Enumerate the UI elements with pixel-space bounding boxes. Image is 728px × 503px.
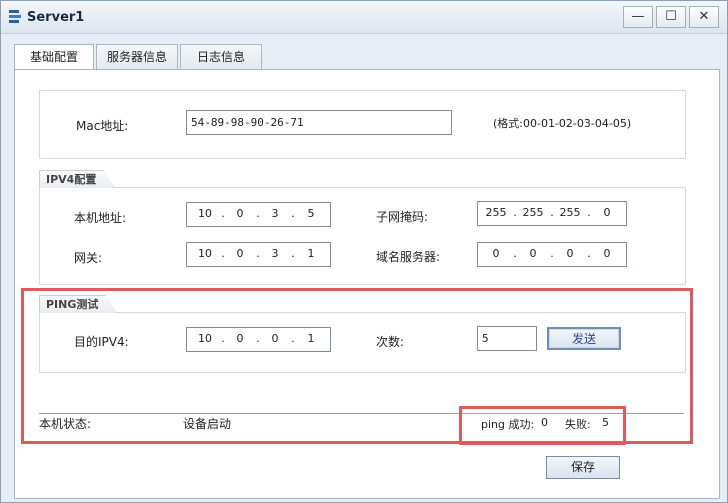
mac-format-hint: (格式:00-01-02-03-04-05): [493, 117, 632, 130]
gateway-field[interactable]: 10. 0. 3. 1: [186, 242, 331, 267]
ip-octet: 0: [566, 247, 574, 260]
ip-octet: 10: [198, 247, 212, 260]
ip-octet: 0: [603, 206, 611, 219]
server-app-icon: [9, 10, 21, 23]
mac-field[interactable]: 54-89-98-90-26-71: [186, 110, 452, 135]
ip-dot: .: [587, 206, 591, 219]
ipv4-group: IPV4配置 本机地址: 10. 0. 3. 5 子网掩码: 255. 255.…: [39, 187, 686, 285]
ip-dot: .: [513, 206, 517, 219]
ipv4-group-label: IPV4配置: [39, 170, 115, 188]
ip-octet: 3: [271, 247, 279, 260]
ip-octet: 0: [492, 247, 500, 260]
ip-dot: .: [587, 247, 591, 260]
window-title: Server1: [27, 10, 85, 25]
dns-server-field[interactable]: 0. 0. 0. 0: [477, 242, 627, 267]
tab-basic-config[interactable]: 基础配置: [14, 44, 94, 71]
ip-dot: .: [221, 247, 225, 260]
ip-octet: 0: [529, 247, 537, 260]
local-address-field[interactable]: 10. 0. 3. 5: [186, 202, 331, 227]
ip-octet: 0: [603, 247, 611, 260]
save-button[interactable]: 保存: [546, 456, 620, 479]
title-bar[interactable]: Server1 — ☐ ✕: [1, 1, 727, 34]
ip-dot: .: [550, 247, 554, 260]
subnet-mask-label: 子网掩码:: [376, 210, 429, 224]
minimize-button[interactable]: —: [623, 6, 653, 28]
gateway-label: 网关:: [74, 251, 103, 265]
mac-label: Mac地址:: [76, 119, 129, 133]
ip-octet: 255: [485, 206, 507, 219]
ip-octet: 3: [271, 207, 279, 220]
ip-dot: .: [291, 207, 295, 220]
tab-server-info[interactable]: 服务器信息: [96, 44, 178, 70]
ip-octet: 255: [522, 206, 544, 219]
mac-group: Mac地址: 54-89-98-90-26-71 (格式:00-01-02-03…: [39, 90, 686, 159]
close-button[interactable]: ✕: [689, 6, 719, 28]
maximize-button[interactable]: ☐: [656, 6, 686, 28]
server-window: Server1 — ☐ ✕ 基础配置 服务器信息 日志信息 Mac地址: 54-…: [0, 0, 728, 503]
ip-dot: .: [256, 207, 260, 220]
ip-octet: 1: [307, 247, 315, 260]
ip-dot: .: [291, 247, 295, 260]
ip-octet: 5: [307, 207, 315, 220]
dns-server-label: 域名服务器:: [376, 250, 441, 264]
ip-dot: .: [256, 247, 260, 260]
ip-octet: 0: [236, 247, 244, 260]
ip-octet: 10: [198, 207, 212, 220]
ip-octet: 0: [236, 207, 244, 220]
ip-dot: .: [513, 247, 517, 260]
ip-dot: .: [221, 207, 225, 220]
ip-octet: 255: [559, 206, 581, 219]
tab-log-info[interactable]: 日志信息: [180, 44, 262, 70]
local-address-label: 本机地址:: [74, 211, 127, 225]
ip-dot: .: [550, 206, 554, 219]
ping-result-highlight-box: [459, 406, 626, 445]
subnet-mask-field[interactable]: 255. 255. 255. 0: [477, 201, 627, 226]
